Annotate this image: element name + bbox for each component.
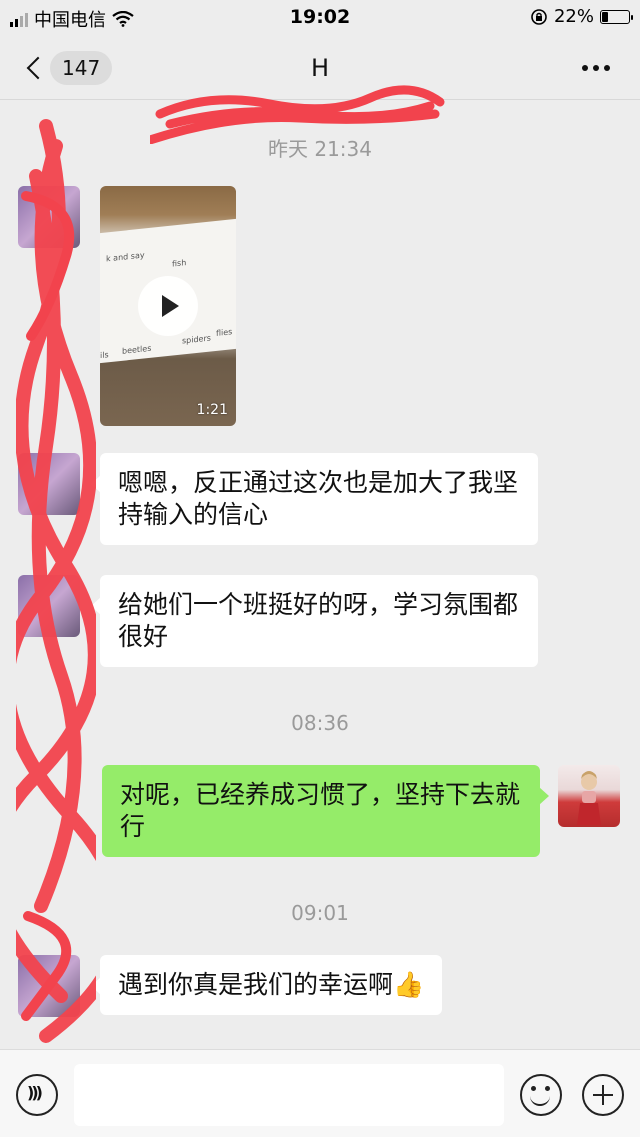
nav-bar: 147 H [0,36,640,144]
battery-icon [600,9,633,24]
message-bubble-incoming[interactable]: 给她们一个班挺好的呀，学习氛围都很好 [91,575,538,667]
timestamp: 昨天 21:34 [268,137,372,161]
video-message[interactable]: k and say fish beetles spiders flies ils… [100,186,236,426]
battery-percent: 22% [553,6,594,27]
video-paper-text: fish [172,258,187,269]
message-bubble-incoming[interactable]: 遇到你真是我们的幸运啊👍 [90,955,443,1015]
more-dots-icon [582,65,588,71]
status-right: 22% [530,6,633,27]
own-avatar-image [577,771,601,825]
timestamp: 08:36 [291,711,349,735]
message-input[interactable] [74,1064,504,1126]
timestamp: 09:01 [291,901,349,925]
more-button[interactable] [582,58,614,78]
video-paper-text: k and say [106,250,145,264]
chevron-left-icon [26,56,50,80]
input-bar [0,1049,640,1137]
message-bubble-incoming[interactable]: 嗯嗯，反正通过这次也是加大了我坚持输入的信心 [91,453,538,545]
play-icon[interactable] [138,276,198,336]
orientation-lock-icon [531,8,547,25]
video-duration: 1:21 [196,402,228,418]
video-paper-text: spiders [182,333,211,346]
back-button[interactable]: 147 [20,50,113,86]
video-paper-text: flies [216,327,233,338]
voice-icon[interactable] [16,1074,58,1116]
plus-icon[interactable] [582,1074,624,1116]
message-bubble-outgoing[interactable]: 对呢，已经养成习惯了，坚持下去就行 [102,765,549,857]
own-avatar[interactable] [558,765,620,827]
emoji-icon[interactable] [520,1074,562,1116]
status-bar: 中国电信 19:02 22% [0,0,640,36]
chat-area[interactable]: 昨天 21:34 k and say fish beetles spiders … [0,101,640,1049]
video-paper-text: ils [100,350,109,361]
avatar-redaction-scribble [16,119,96,1043]
unread-count-badge: 147 [50,51,113,85]
video-paper-text: beetles [122,343,152,356]
